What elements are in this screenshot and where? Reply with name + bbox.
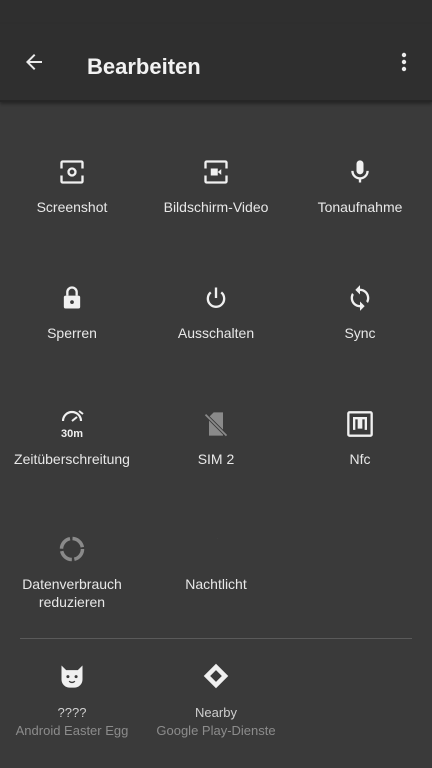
- cat-icon: [61, 665, 83, 688]
- page-title: Bearbeiten: [87, 54, 201, 79]
- tile-subtitle: Android Easter Egg: [15, 723, 129, 738]
- status-bar: [0, 0, 432, 24]
- tile-nfc[interactable]: Nfc: [288, 410, 432, 468]
- app-bar: Bearbeiten: [0, 24, 432, 102]
- back-button[interactable]: [14, 44, 54, 80]
- timeout-icon: 30m: [61, 410, 84, 439]
- microphone-icon: [351, 160, 369, 183]
- power-icon: [206, 287, 226, 308]
- tile-data-saver[interactable]: Datenverbrauch reduzieren: [0, 535, 144, 611]
- tile-title: Nearby: [195, 705, 237, 720]
- tile-label: Datenverbrauch reduzieren: [22, 576, 122, 610]
- screen-record-icon: [203, 160, 229, 184]
- tile-label: Tonaufnahme: [317, 199, 403, 215]
- tile-label: Sperren: [47, 325, 97, 341]
- tile-night-light[interactable]: Nachtlicht: [144, 535, 288, 593]
- available-tile-nearby[interactable]: Nearby Google Play-Dienste: [144, 662, 288, 740]
- data-saver-icon: [59, 536, 85, 562]
- tile-title: ????: [57, 705, 87, 720]
- lock-icon: [63, 286, 81, 309]
- tile-subtitle: Google Play-Dienste: [156, 723, 276, 738]
- tile-sound-recording[interactable]: Tonaufnahme: [288, 158, 432, 216]
- tile-power-off[interactable]: Ausschalten: [144, 284, 288, 342]
- tile-label: Sync: [344, 325, 376, 341]
- sim-off-icon: [204, 412, 228, 437]
- tile-screen-record[interactable]: Bildschirm-Video: [144, 158, 288, 216]
- timeout-value: 30m: [61, 428, 83, 439]
- nfc-icon: [347, 411, 373, 437]
- tile-label: Nfc: [349, 451, 371, 467]
- screenshot-icon: [59, 160, 85, 184]
- nearby-icon: [203, 663, 229, 689]
- tile-screen-timeout[interactable]: 30m Zeitüberschreitung: [0, 410, 144, 468]
- night-light-icon: [207, 538, 219, 560]
- section-divider: [20, 638, 412, 639]
- tile-screenshot[interactable]: Screenshot: [0, 158, 144, 216]
- arrow-back-icon: [26, 54, 42, 70]
- sync-icon: [350, 285, 370, 311]
- tile-label: SIM 2: [197, 451, 235, 467]
- tile-label: Screenshot: [36, 199, 108, 215]
- more-options-button[interactable]: [388, 44, 420, 80]
- tile-lock[interactable]: Sperren: [0, 284, 144, 342]
- more-vert-icon: [401, 52, 407, 72]
- tile-sim2[interactable]: SIM 2: [144, 410, 288, 468]
- tile-label: Zeitüberschreitung: [14, 451, 130, 467]
- available-tile-easter-egg[interactable]: ???? Android Easter Egg: [0, 662, 144, 740]
- tile-label: Bildschirm-Video: [163, 199, 269, 215]
- tile-sync[interactable]: Sync: [288, 284, 432, 342]
- tile-label: Nachtlicht: [185, 576, 247, 592]
- tile-label: Ausschalten: [177, 325, 255, 341]
